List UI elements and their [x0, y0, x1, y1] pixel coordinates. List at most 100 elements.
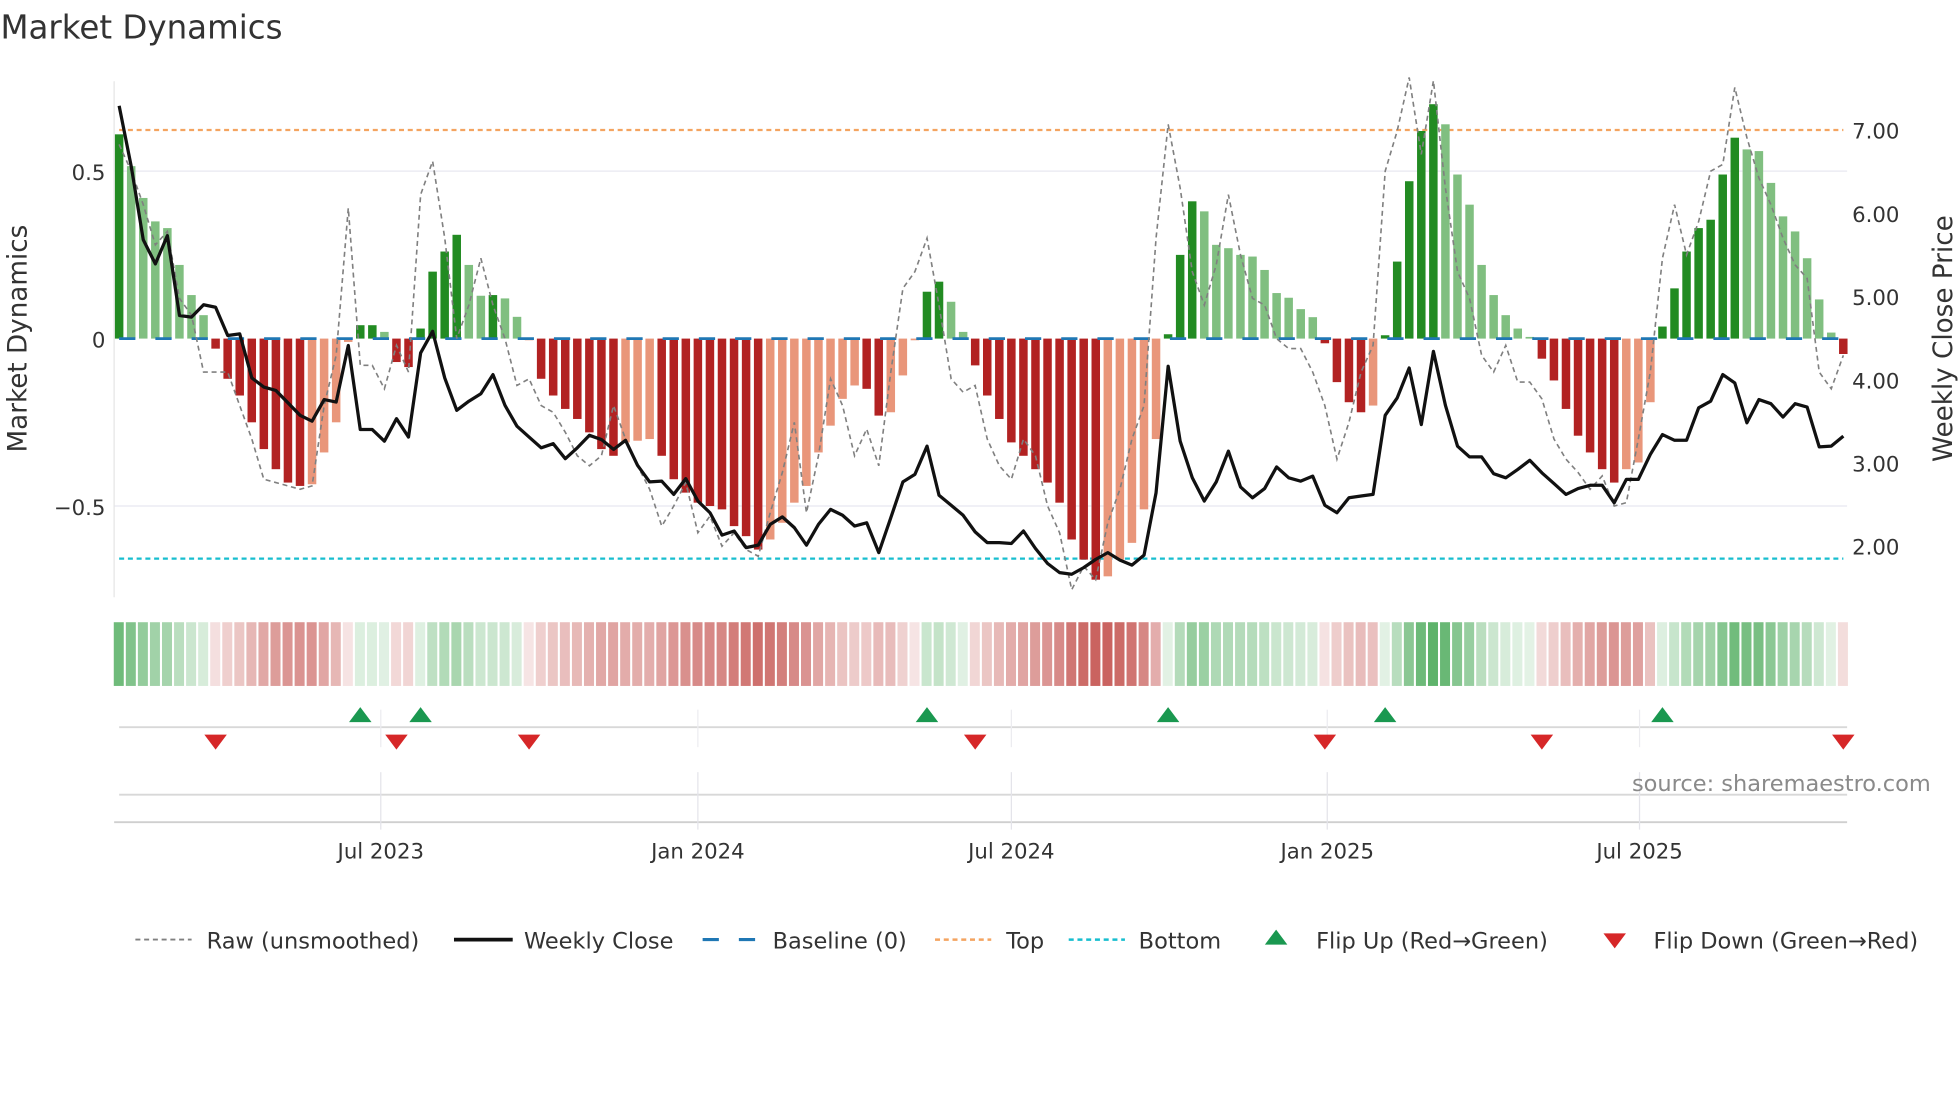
strip-cell [1729, 622, 1740, 686]
strip-cell [547, 622, 558, 686]
dynamics-bar [790, 338, 799, 503]
strip-cell [1295, 622, 1306, 686]
strip-cell [1464, 622, 1475, 686]
dynamics-bar [1404, 181, 1414, 339]
dynamics-bar [729, 338, 739, 527]
legend-label: Flip Up (Red→Green) [1316, 928, 1548, 954]
strip-cell [921, 622, 932, 686]
flip-markers [204, 707, 1855, 750]
strip-cell [1524, 622, 1535, 686]
strip-cell [451, 622, 462, 686]
strip-cell [1174, 622, 1185, 686]
dynamics-bar [1477, 264, 1486, 339]
strip-cell [837, 622, 848, 686]
dynamics-bar [705, 338, 715, 507]
strip-cell [137, 622, 148, 686]
strip-cell [1512, 622, 1523, 686]
dynamics-bar [271, 338, 281, 470]
dynamics-bar [1187, 201, 1197, 339]
dynamics-bar [741, 338, 751, 537]
dynamics-bar [995, 338, 1004, 419]
right-tick-label: 3.00 [1852, 453, 1899, 478]
dynamics-bar [717, 338, 727, 510]
strip-cell [933, 622, 944, 686]
legend-label: Weekly Close [524, 928, 673, 954]
strip-cell [391, 622, 402, 686]
strip-cell [1452, 622, 1463, 686]
dynamics-bar [1224, 248, 1233, 339]
strip-cell [1162, 622, 1173, 686]
dynamics-bar [693, 338, 703, 503]
dynamics-bar [1091, 338, 1101, 580]
dynamics-bar [970, 338, 980, 366]
dynamics-bar [319, 338, 329, 453]
flip-up-marker [915, 707, 939, 723]
dynamics-bar [1392, 261, 1402, 339]
strip-cell [1813, 622, 1824, 686]
dynamics-bar [500, 298, 510, 339]
strip-cell [716, 622, 727, 686]
strip-cell [1741, 622, 1752, 686]
dynamics-bar [1513, 328, 1523, 339]
dynamics-bar [368, 325, 377, 339]
strip-cell [1632, 622, 1643, 686]
flip-down-triangle-icon [1603, 933, 1626, 949]
flip-up-marker [349, 707, 372, 723]
flip-down-marker [204, 734, 227, 750]
strip-cell [1066, 622, 1077, 686]
dynamics-bar [1573, 338, 1583, 436]
strip-cell [1596, 622, 1607, 686]
dynamics-bar [1200, 211, 1209, 339]
strip-cell [1403, 622, 1414, 686]
strip-cell [1427, 622, 1438, 686]
strip-cell [981, 622, 992, 686]
dynamics-bar [814, 338, 823, 453]
strip-cell [620, 622, 631, 686]
strip-cell [1476, 622, 1487, 686]
dynamics-bar [1453, 174, 1462, 339]
left-tick-label: −0.5 [54, 496, 106, 521]
strip-cell [704, 622, 715, 686]
strip-cell [993, 622, 1004, 686]
weekly-close-line [117, 105, 1845, 576]
dynamics-bar [1706, 219, 1715, 339]
left-tick-label: 0.5 [72, 161, 106, 186]
strip-cell [475, 622, 486, 686]
dynamics-bar [440, 251, 449, 339]
legend-label: Baseline (0) [773, 928, 907, 954]
dynamics-bar [1368, 338, 1378, 406]
strip-cell [656, 622, 667, 686]
strip-cell [222, 622, 233, 686]
strip-cell [1681, 622, 1692, 686]
dynamics-bar [573, 338, 582, 419]
strip-cell [849, 622, 860, 686]
strip-cell [776, 622, 787, 686]
x-tick-label: Jul 2025 [1594, 839, 1682, 864]
reference-lines [119, 128, 1844, 560]
legend-item-close: Weekly Close [453, 928, 673, 954]
legend-item-bottom: Bottom [1068, 928, 1221, 954]
strip-cell [1415, 622, 1426, 686]
strip-cell [282, 622, 293, 686]
dynamics-bar [1031, 338, 1040, 470]
strip-cell [366, 622, 377, 686]
strip-cell [644, 622, 655, 686]
dynamics-bar [1634, 338, 1643, 463]
strip-cell [813, 622, 824, 686]
dynamics-bar [1658, 326, 1667, 339]
dynamics-bar [982, 338, 992, 396]
legend-label: Bottom [1139, 928, 1221, 954]
dynamics-bar [1067, 338, 1076, 540]
flip-down-marker [517, 734, 541, 750]
dynamics-bar [609, 338, 618, 456]
dynamics-bar [1730, 137, 1740, 339]
dynamics-bar [1585, 338, 1595, 453]
strip-cell [1186, 622, 1197, 686]
dynamics-bar [1489, 295, 1498, 339]
dynamics-bar [259, 338, 269, 450]
legend-label: Top [1005, 928, 1044, 954]
x-tick-label: Jul 2024 [966, 839, 1054, 864]
strip-cell [511, 622, 522, 686]
strip-cell [1090, 622, 1101, 686]
strip-cell [354, 622, 365, 686]
